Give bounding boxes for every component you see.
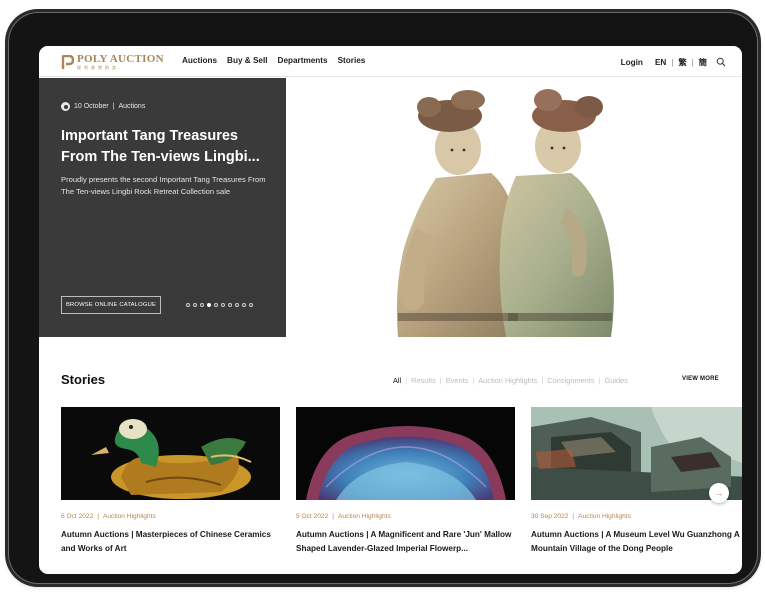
story-category[interactable]: Auction Highlights (103, 513, 156, 520)
header-utilities: Login EN | 繁 | 簡 (621, 56, 726, 68)
hero-description: Proudly presents the second Important Ta… (61, 175, 266, 196)
tang-figurines-image (396, 89, 614, 337)
hero-category: Auctions (118, 103, 146, 110)
carousel-next-arrow-icon[interactable]: → (709, 483, 729, 503)
carousel-dot[interactable] (249, 303, 253, 307)
divider: | (472, 376, 475, 385)
lang-traditional[interactable]: 繁 (678, 56, 686, 68)
story-meta: 5 Oct 2022 | Auction Highlights (296, 513, 515, 520)
carousel-dot[interactable] (242, 303, 246, 307)
story-card[interactable]: 30 Sep 2022 | Auction Highlights Autumn … (531, 407, 742, 555)
browse-catalogue-button[interactable]: BROWSE ONLINE CATALOGUE (61, 296, 161, 314)
filter-all[interactable]: All (393, 376, 401, 385)
carousel-dot[interactable] (193, 303, 197, 307)
screen: POLY AUCTION 保利香港拍卖 Auctions Buy & Sell … (39, 46, 742, 574)
story-date: 30 Sep 2022 (531, 513, 569, 520)
divider: | (572, 513, 575, 520)
divider: | (332, 513, 334, 520)
view-more-link[interactable]: VIEW MORE (682, 376, 719, 382)
site-header: POLY AUCTION 保利香港拍卖 Auctions Buy & Sell … (39, 46, 742, 77)
main-nav: Auctions Buy & Sell Departments Stories (182, 56, 375, 65)
nav-stories[interactable]: Stories (338, 56, 366, 65)
story-card[interactable]: 6 Oct 2022 | Auction Highlights Autumn A… (61, 407, 280, 555)
story-title[interactable]: Autumn Auctions | A Museum Level Wu Guan… (531, 528, 742, 555)
story-title[interactable]: Autumn Auctions | Masterpieces of Chines… (61, 528, 280, 555)
story-date: 5 Oct 2022 (296, 513, 329, 520)
carousel-dot[interactable] (207, 303, 211, 307)
story-card[interactable]: 5 Oct 2022 | Auction Highlights Autumn A… (296, 407, 515, 555)
nav-buy-sell[interactable]: Buy & Sell (227, 56, 268, 65)
logo-text: POLY AUCTION (77, 53, 164, 65)
logo-subtext: 保利香港拍卖 (77, 65, 119, 70)
login-link[interactable]: Login (621, 58, 643, 67)
story-category[interactable]: Auction Highlights (338, 513, 391, 520)
story-image-jun-flowerpot[interactable] (296, 407, 515, 500)
divider: | (691, 57, 694, 67)
story-category[interactable]: Auction Highlights (578, 513, 631, 520)
filter-guides[interactable]: Guides (605, 376, 628, 385)
story-title[interactable]: Autumn Auctions | A Magnificent and Rare… (296, 528, 515, 555)
tablet-top-button-2 (92, 9, 118, 12)
divider: | (112, 103, 115, 110)
story-date: 6 Oct 2022 (61, 513, 94, 520)
hero-date: 10 October (74, 103, 109, 110)
divider: | (671, 57, 674, 67)
divider: | (541, 376, 544, 385)
story-filters: All | Results | Events | Auction Highlig… (389, 376, 632, 385)
stories-heading: Stories (61, 372, 106, 387)
carousel-dot[interactable] (221, 303, 225, 307)
filter-auction-highlights[interactable]: Auction Highlights (478, 376, 537, 385)
story-meta: 30 Sep 2022 | Auction Highlights (531, 513, 742, 520)
hero-meta: 10 October | Auctions (61, 102, 145, 111)
carousel-dot[interactable] (214, 303, 218, 307)
story-meta: 6 Oct 2022 | Auction Highlights (61, 513, 280, 520)
nav-auctions[interactable]: Auctions (182, 56, 217, 65)
divider: | (405, 376, 408, 385)
nav-departments[interactable]: Departments (278, 56, 328, 65)
carousel-dot[interactable] (200, 303, 204, 307)
hero-title[interactable]: Important Tang Treasures From The Ten-vi… (61, 126, 276, 168)
carousel-dot[interactable] (235, 303, 239, 307)
filter-events[interactable]: Events (446, 376, 469, 385)
filter-consignments[interactable]: Consignments (547, 376, 594, 385)
carousel-dot[interactable] (228, 303, 232, 307)
lang-en[interactable]: EN (655, 58, 666, 67)
carousel-dot[interactable] (186, 303, 190, 307)
hero-image (286, 78, 742, 337)
divider: | (439, 376, 442, 385)
poly-auction-logo[interactable]: POLY AUCTION 保利香港拍卖 (61, 53, 164, 71)
divider: | (97, 513, 99, 520)
tablet-top-button (60, 9, 86, 12)
calendar-dot-icon (61, 102, 70, 111)
search-icon[interactable] (716, 57, 726, 67)
tablet-frame: POLY AUCTION 保利香港拍卖 Auctions Buy & Sell … (5, 9, 758, 584)
carousel-dots (186, 303, 253, 307)
lang-simplified[interactable]: 簡 (699, 56, 707, 68)
logo-mark-icon (61, 54, 74, 70)
divider: | (598, 376, 601, 385)
tablet-side-button (5, 72, 8, 94)
filter-results[interactable]: Results (411, 376, 436, 385)
story-image-duck-ceramic[interactable] (61, 407, 280, 500)
